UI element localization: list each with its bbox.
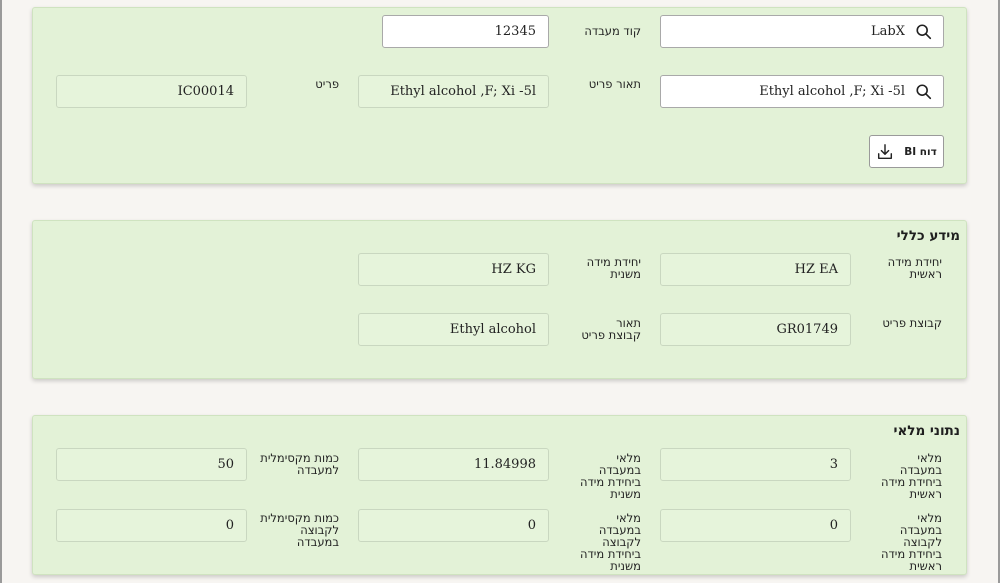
stock-data-title: נתוני מלאי xyxy=(893,423,960,439)
max-group-qty-value: 0 xyxy=(225,518,234,533)
item-search-input[interactable]: Ethyl alcohol ,F; Xi -5l xyxy=(660,75,944,108)
item-group-field: GR01749 xyxy=(660,313,851,346)
lab-stock-primary-field: 3 xyxy=(660,448,851,481)
lab-code-input[interactable]: 12345 xyxy=(382,15,549,48)
group-desc-label: תאור קבוצת פריט xyxy=(581,316,641,342)
max-lab-qty-label: כמות מקסימלית למעבדה xyxy=(260,451,339,477)
lab-search-value: LabX xyxy=(871,24,905,39)
max-group-qty-field: 0 xyxy=(56,509,247,542)
item-search-value: Ethyl alcohol ,F; Xi -5l xyxy=(759,84,905,99)
item-search-card: LabX קוד מעבדה 12345 Ethyl alcohol ,F; X… xyxy=(32,7,967,184)
group-desc-value: Ethyl alcohol xyxy=(449,322,536,337)
stock-data-card: נתוני מלאי מלאי במעבדה ביחידת מידה ראשית… xyxy=(32,415,967,575)
secondary-unit-label: יחידת מידה משנית xyxy=(586,255,641,281)
item-desc-field: Ethyl alcohol ,F; Xi -5l xyxy=(358,75,549,108)
item-code-value: IC00014 xyxy=(177,84,234,99)
lab-code-label: קוד מעבדה xyxy=(584,24,641,38)
item-label: פריט xyxy=(315,77,339,91)
primary-unit-label: יחידת מידה ראשית xyxy=(887,255,942,281)
group-stock-secondary-value: 0 xyxy=(527,518,536,533)
bi-report-button[interactable]: דוח BI xyxy=(869,135,944,168)
item-code-field: IC00014 xyxy=(56,75,247,108)
lab-stock-secondary-value: 11.84998 xyxy=(473,457,536,472)
download-icon xyxy=(878,143,893,159)
group-stock-primary-field: 0 xyxy=(660,509,851,542)
lab-code-value: 12345 xyxy=(494,24,536,39)
item-group-label: קבוצת פריט xyxy=(882,316,942,330)
group-stock-primary-label: מלאי במעבדה לקבוצה ביחידת מידה ראשית xyxy=(881,511,942,573)
lab-stock-primary-value: 3 xyxy=(829,457,838,472)
secondary-unit-field: HZ KG xyxy=(358,253,549,286)
lab-stock-primary-label: מלאי במעבדה ביחידת מידה ראשית xyxy=(881,451,942,501)
max-lab-qty-value: 50 xyxy=(217,457,234,472)
search-icon[interactable] xyxy=(915,23,933,41)
group-stock-secondary-label: מלאי במעבדה לקבוצה ביחידת מידה משנית xyxy=(580,511,641,573)
item-desc-label: תאור פריט xyxy=(588,77,641,91)
group-stock-secondary-field: 0 xyxy=(358,509,549,542)
primary-unit-value: HZ EA xyxy=(794,262,838,277)
group-desc-field: Ethyl alcohol xyxy=(358,313,549,346)
secondary-unit-value: HZ KG xyxy=(491,262,536,277)
primary-unit-field: HZ EA xyxy=(660,253,851,286)
lab-stock-secondary-label: מלאי במעבדה ביחידת מידה משנית xyxy=(580,451,641,501)
general-info-card: מידע כללי יחידת מידה ראשית HZ EA יחידת מ… xyxy=(32,220,967,379)
lab-stock-secondary-field: 11.84998 xyxy=(358,448,549,481)
max-group-qty-label: כמות מקסימלית לקבוצה במעבדה xyxy=(260,511,339,549)
lab-search-input[interactable]: LabX xyxy=(660,15,944,48)
bi-report-label: דוח BI xyxy=(904,145,937,158)
item-group-value: GR01749 xyxy=(776,322,838,337)
general-info-title: מידע כללי xyxy=(896,228,960,244)
max-lab-qty-field: 50 xyxy=(56,448,247,481)
item-desc-value: Ethyl alcohol ,F; Xi -5l xyxy=(390,84,536,99)
group-stock-primary-value: 0 xyxy=(829,518,838,533)
window-frame-left xyxy=(0,0,2,583)
search-icon[interactable] xyxy=(915,83,933,101)
